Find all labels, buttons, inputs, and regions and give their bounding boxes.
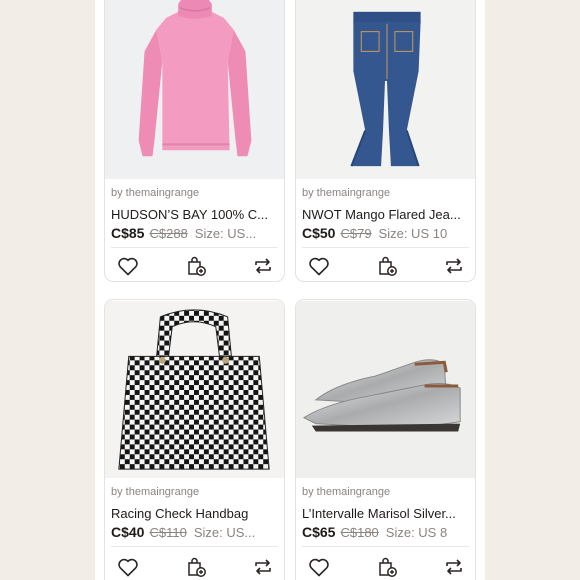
listing-title[interactable]: Racing Check Handbag [111, 506, 278, 521]
price: C$65 [302, 524, 336, 540]
price: C$50 [302, 225, 336, 241]
price-row: C$50 C$79 Size: US 10 [302, 225, 469, 243]
listing-card[interactable]: by themaingrange L’Intervalle Marisol Si… [295, 299, 476, 580]
listing-grid: by themaingrange HUDSON’S BAY 100% C... … [104, 0, 476, 580]
share-icon[interactable] [442, 555, 466, 579]
listing-photo[interactable] [105, 300, 284, 479]
heart-icon[interactable] [116, 555, 140, 579]
size-label: Size: US... [193, 525, 256, 540]
listing-title[interactable]: HUDSON’S BAY 100% C... [111, 207, 278, 222]
listing-photo[interactable] [296, 0, 475, 180]
original-price: C$79 [340, 226, 372, 241]
pink-sweater-image [105, 0, 284, 179]
price-row: C$40 C$110 Size: US... [111, 524, 278, 542]
seller-name[interactable]: by themaingrange [302, 486, 390, 498]
listing-title[interactable]: NWOT Mango Flared Jea... [302, 207, 469, 222]
shopping-bag-plus-icon[interactable] [375, 254, 399, 278]
flared-jeans-image [296, 0, 475, 179]
price-row: C$65 C$180 Size: US 8 [302, 524, 469, 542]
divider [111, 247, 278, 248]
original-price: C$180 [340, 525, 379, 540]
share-icon[interactable] [251, 555, 275, 579]
card-actions [105, 552, 284, 580]
listing-photo[interactable] [296, 300, 475, 479]
listing-photo[interactable] [105, 0, 284, 180]
share-icon[interactable] [251, 254, 275, 278]
heart-icon[interactable] [307, 254, 331, 278]
divider [111, 546, 278, 547]
checkered-handbag-image [105, 300, 284, 479]
heart-icon[interactable] [116, 254, 140, 278]
listing-card[interactable]: by themaingrange HUDSON’S BAY 100% C... … [104, 0, 285, 282]
share-icon[interactable] [442, 254, 466, 278]
original-price: C$110 [149, 525, 187, 540]
card-actions [296, 552, 475, 580]
price-row: C$85 C$288 Size: US... [111, 225, 278, 243]
listing-card[interactable]: by themaingrange Racing Check Handbag C$… [104, 299, 285, 580]
listing-title[interactable]: L’Intervalle Marisol Silver... [302, 506, 469, 521]
seller-name[interactable]: by themaingrange [302, 187, 390, 199]
shopping-bag-plus-icon[interactable] [184, 555, 208, 579]
price: C$85 [111, 225, 145, 241]
seller-name[interactable]: by themaingrange [111, 486, 199, 498]
seller-name[interactable]: by themaingrange [111, 187, 199, 199]
shopping-bag-plus-icon[interactable] [184, 254, 208, 278]
divider [302, 247, 469, 248]
size-label: Size: US 8 [385, 525, 448, 540]
card-actions [105, 251, 284, 281]
shopping-bag-plus-icon[interactable] [375, 555, 399, 579]
size-label: Size: US... [194, 226, 257, 241]
listing-card[interactable]: by themaingrange NWOT Mango Flared Jea..… [295, 0, 476, 282]
silver-loafers-image [296, 300, 475, 479]
size-label: Size: US 10 [378, 226, 448, 241]
card-actions [296, 251, 475, 281]
original-price: C$288 [149, 226, 188, 241]
heart-icon[interactable] [307, 555, 331, 579]
divider [302, 546, 469, 547]
price: C$40 [111, 524, 145, 540]
